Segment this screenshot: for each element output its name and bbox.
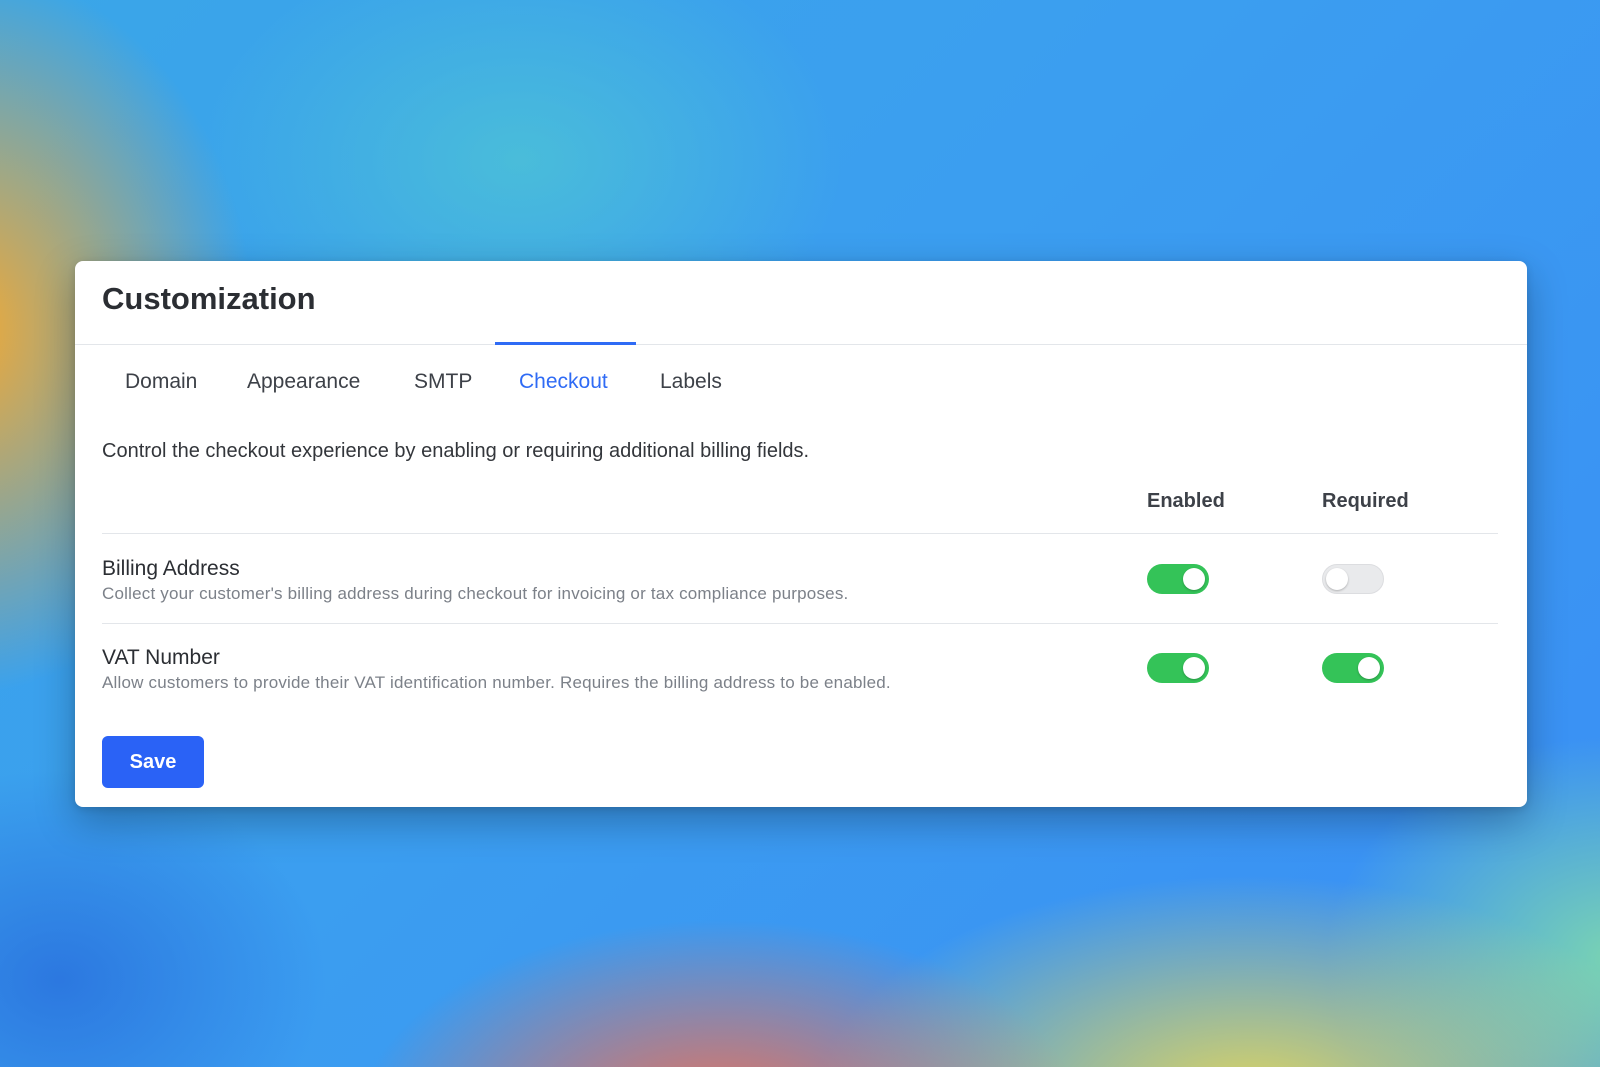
vat-number-title: VAT Number xyxy=(102,646,220,669)
column-header-enabled: Enabled xyxy=(1147,490,1225,512)
billing-address-description: Collect your customer's billing address … xyxy=(102,584,849,603)
card-header: Customization xyxy=(75,261,1527,345)
vat-number-enabled-toggle[interactable] xyxy=(1147,653,1209,683)
toggle-knob xyxy=(1183,568,1205,590)
toggle-knob xyxy=(1326,568,1348,590)
vat-number-required-toggle[interactable] xyxy=(1322,653,1384,683)
active-tab-indicator xyxy=(495,342,636,345)
toggle-knob xyxy=(1183,657,1205,679)
tab-appearance[interactable]: Appearance xyxy=(247,370,360,394)
tab-smtp[interactable]: SMTP xyxy=(414,370,472,394)
toggle-knob xyxy=(1358,657,1380,679)
customization-card: Customization Domain Appearance SMTP Che… xyxy=(75,261,1527,807)
checkout-description: Control the checkout experience by enabl… xyxy=(102,440,810,462)
column-header-required: Required xyxy=(1322,490,1409,512)
tab-domain[interactable]: Domain xyxy=(125,370,197,394)
billing-address-required-toggle[interactable] xyxy=(1322,564,1384,594)
header-divider xyxy=(102,533,1498,534)
billing-address-title: Billing Address xyxy=(102,557,240,580)
save-button[interactable]: Save xyxy=(102,736,204,788)
tab-checkout[interactable]: Checkout xyxy=(519,370,608,394)
vat-number-description: Allow customers to provide their VAT ide… xyxy=(102,673,891,692)
billing-address-enabled-toggle[interactable] xyxy=(1147,564,1209,594)
row-divider xyxy=(102,623,1498,624)
page-title: Customization xyxy=(102,281,316,316)
tab-labels[interactable]: Labels xyxy=(660,370,722,394)
